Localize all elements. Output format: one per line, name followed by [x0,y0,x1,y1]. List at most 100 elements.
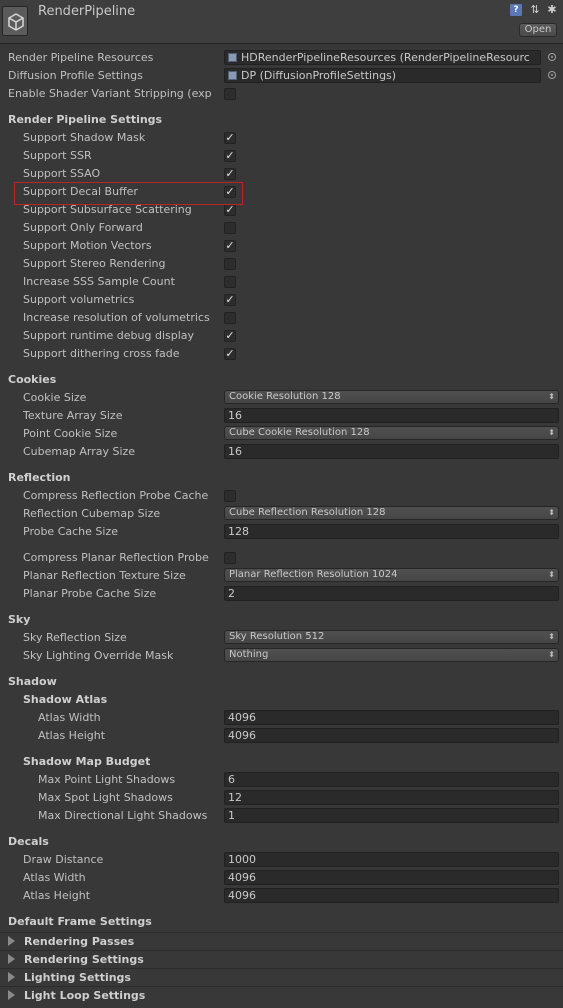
render-pipeline-resources-label: Render Pipeline Resources [8,51,154,64]
max-point-row: Max Point Light Shadows 6 [0,771,563,789]
rps-row-support-motion-vectors: Support Motion Vectors ✓ [0,237,563,255]
max-spot-field[interactable]: 12 [224,790,559,805]
cookie-size-row: Cookie Size Cookie Resolution 128 ⬍ [0,389,563,407]
reflection-section-header: Reflection [0,469,563,487]
sky-section-title: Sky [8,613,31,626]
sky-reflection-dropdown[interactable]: Sky Resolution 512 ⬍ [224,630,559,644]
sky-override-label: Sky Lighting Override Mask [23,649,174,662]
shadow-atlas-header: Shadow Atlas [0,691,563,709]
draw-distance-row: Draw Distance 1000 [0,851,563,869]
shadow-section-title: Shadow [8,675,57,688]
shadow-atlas-height-field[interactable]: 4096 [224,728,559,743]
rps-row-support-volumetrics: Support volumetrics ✓ [0,291,563,309]
shader-stripping-checkbox[interactable] [224,88,236,100]
compress-probe-row: Compress Reflection Probe Cache [0,487,563,505]
open-button[interactable]: Open [519,23,557,37]
render-pipeline-resources-row: Render Pipeline Resources HDRenderPipeli… [0,49,563,67]
rps-checkbox-support-stereo-rendering[interactable] [224,258,236,270]
rps-checkbox-support-subsurface-scattering[interactable]: ✓ [224,204,236,216]
shadow-atlas-width-label: Atlas Width [38,711,101,724]
help-icon[interactable]: ? [510,4,522,16]
foldout-arrow-icon[interactable] [8,972,15,982]
decal-atlas-width-field[interactable]: 4096 [224,870,559,885]
rps-row-increase-sss-sample-count: Increase SSS Sample Count [0,273,563,291]
max-spot-row: Max Spot Light Shadows 12 [0,789,563,807]
sky-override-dropdown[interactable]: Nothing ⬍ [224,648,559,662]
rps-checkbox-support-volumetrics[interactable]: ✓ [224,294,236,306]
max-spot-label: Max Spot Light Shadows [38,791,173,804]
object-picker-icon[interactable] [548,71,556,79]
compress-planar-checkbox[interactable] [224,552,236,564]
sky-override-row: Sky Lighting Override Mask Nothing ⬍ [0,647,563,665]
decal-atlas-height-field[interactable]: 4096 [224,888,559,903]
decal-atlas-height-label: Atlas Height [23,889,91,902]
rps-label-support-motion-vectors: Support Motion Vectors [23,239,152,252]
foldout-arrow-icon[interactable] [8,936,15,946]
diffusion-profile-field[interactable]: DP (DiffusionProfileSettings) [224,68,541,83]
max-directional-field[interactable]: 1 [224,808,559,823]
planar-cache-row: Planar Probe Cache Size 2 [0,585,563,603]
planar-cache-field[interactable]: 2 [224,586,559,601]
foldout-rendering-settings[interactable]: Rendering Settings [0,950,563,968]
cubemap-array-row: Cubemap Array Size 16 [0,443,563,461]
rps-checkbox-support-shadow-mask[interactable]: ✓ [224,132,236,144]
sky-section-header: Sky [0,611,563,629]
gear-icon[interactable]: ✱ [546,4,558,16]
planar-texture-dropdown[interactable]: Planar Reflection Resolution 1024 ⬍ [224,568,559,582]
rps-row-support-ssr: Support SSR ✓ [0,147,563,165]
sky-reflection-row: Sky Reflection Size Sky Resolution 512 ⬍ [0,629,563,647]
foldout-rendering-passes[interactable]: Rendering Passes [0,932,563,950]
probe-cache-field[interactable]: 128 [224,524,559,539]
render-pipeline-resources-field[interactable]: HDRenderPipelineResources (RenderPipelin… [224,50,541,65]
rps-checkbox-support-ssao[interactable]: ✓ [224,168,236,180]
shadow-budget-header: Shadow Map Budget [0,753,563,771]
shadow-budget-title: Shadow Map Budget [23,755,151,768]
rps-checkbox-increase-sss-sample-count[interactable] [224,276,236,288]
asset-title: RenderPipeline [38,4,136,19]
dropdown-arrow-icon: ⬍ [548,428,555,437]
compress-planar-row: Compress Planar Reflection Probe [0,549,563,567]
diffusion-profile-label: Diffusion Profile Settings [8,69,143,82]
point-cookie-dropdown[interactable]: Cube Cookie Resolution 128 ⬍ [224,426,559,440]
diffusion-profile-row: Diffusion Profile Settings DP (Diffusion… [0,67,563,85]
preset-icon[interactable]: ⇅ [529,4,541,16]
foldout-arrow-icon[interactable] [8,990,15,1000]
decal-atlas-width-label: Atlas Width [23,871,86,884]
sky-reflection-value: Sky Resolution 512 [229,631,325,642]
rps-checkbox-support-only-forward[interactable] [224,222,236,234]
object-picker-icon[interactable] [548,53,556,61]
dropdown-arrow-icon: ⬍ [548,650,555,659]
scriptable-object-icon [228,53,237,62]
rps-row-support-only-forward: Support Only Forward [0,219,563,237]
foldout-lighting-settings[interactable]: Lighting Settings [0,968,563,986]
rps-label-support-runtime-debug-display: Support runtime debug display [23,329,195,342]
cookie-size-dropdown[interactable]: Cookie Resolution 128 ⬍ [224,390,559,404]
planar-texture-label: Planar Reflection Texture Size [23,569,186,582]
decals-section-header: Decals [0,833,563,851]
dropdown-arrow-icon: ⬍ [548,570,555,579]
reflection-cubemap-dropdown[interactable]: Cube Reflection Resolution 128 ⬍ [224,506,559,520]
shadow-atlas-width-field[interactable]: 4096 [224,710,559,725]
compress-probe-checkbox[interactable] [224,490,236,502]
cubemap-array-label: Cubemap Array Size [23,445,136,458]
rps-checkbox-increase-resolution-of-volumetrics[interactable] [224,312,236,324]
rps-checkbox-support-ssr[interactable]: ✓ [224,150,236,162]
decal-atlas-width-row: Atlas Width 4096 [0,869,563,887]
frame-section-header: Default Frame Settings [0,913,563,931]
draw-distance-field[interactable]: 1000 [224,852,559,867]
cubemap-array-field[interactable]: 16 [224,444,559,459]
foldout-light-loop-settings[interactable]: Light Loop Settings [0,986,563,1004]
frame-section-title: Default Frame Settings [8,915,152,928]
rps-checkbox-support-dithering-cross-fade[interactable]: ✓ [224,348,236,360]
planar-cache-label: Planar Probe Cache Size [23,587,157,600]
rps-checkbox-support-motion-vectors[interactable]: ✓ [224,240,236,252]
rps-section-header: Render Pipeline Settings [0,111,563,129]
foldout-arrow-icon[interactable] [8,954,15,964]
max-point-field[interactable]: 6 [224,772,559,787]
rps-checkbox-support-runtime-debug-display[interactable]: ✓ [224,330,236,342]
point-cookie-label: Point Cookie Size [23,427,118,440]
cookie-size-label: Cookie Size [23,391,87,404]
probe-cache-label: Probe Cache Size [23,525,118,538]
texture-array-field[interactable]: 16 [224,408,559,423]
rps-row-support-shadow-mask: Support Shadow Mask ✓ [0,129,563,147]
